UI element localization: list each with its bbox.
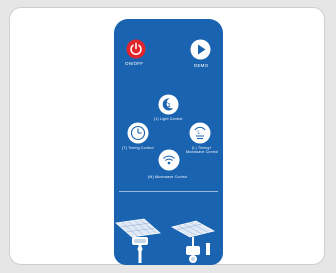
microwave-control-label: (M) Microwave Control: [148, 175, 188, 179]
divider: [119, 191, 218, 192]
timing-control-label: (T) Timing Control: [122, 146, 154, 150]
light-control-button[interactable]: 1: [158, 94, 179, 115]
microwave-control-right-label: Microwave Control: [186, 150, 219, 154]
remote-control-image: ON/OFF DEMO 1 (1) Light Control (T) Timi…: [114, 19, 223, 265]
solar-street-light-icon: [115, 218, 161, 263]
timing-plus-button[interactable]: L: [189, 122, 211, 144]
demo-label: DEMO: [194, 63, 209, 68]
microwave-control-button[interactable]: [158, 149, 180, 171]
timing-control-button[interactable]: [127, 122, 149, 144]
svg-text:1: 1: [168, 103, 171, 109]
solar-lamp-illustration: [114, 217, 223, 265]
svg-text:L: L: [198, 130, 201, 136]
power-button[interactable]: [126, 39, 146, 59]
demo-button[interactable]: [190, 39, 211, 60]
solar-flood-light-icon: [170, 220, 216, 263]
power-label: ON/OFF: [125, 61, 144, 66]
light-control-label: (1) Light Control: [154, 117, 183, 121]
